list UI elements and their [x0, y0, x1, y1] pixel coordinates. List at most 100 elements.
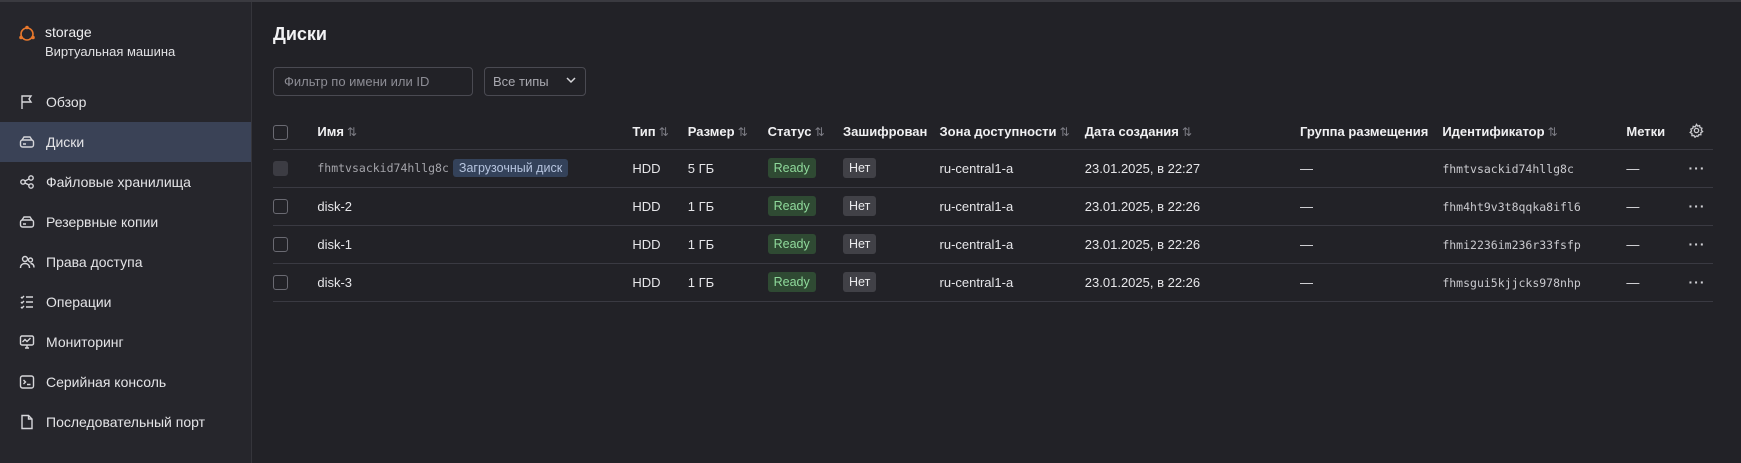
sidebar-item-serial-console[interactable]: Серийная консоль: [0, 362, 251, 402]
sidebar-item-label: Резервные копии: [46, 214, 159, 230]
disk-group: —: [1299, 263, 1443, 302]
sidebar-item-label: Операции: [46, 294, 112, 310]
table-row[interactable]: disk-1 HDD 1 ГБ Ready Нет ru-central1-a …: [273, 225, 1713, 264]
disk-labels: —: [1626, 263, 1689, 302]
vm-name[interactable]: storage: [45, 24, 92, 40]
sidebar-nav: Обзор Диски Файловые хранилища Резервные…: [0, 82, 251, 442]
sort-icon[interactable]: ⇅: [659, 125, 669, 139]
file-icon: [17, 412, 37, 432]
sidebar-item-monitoring[interactable]: Мониторинг: [0, 322, 251, 362]
sidebar-item-label: Последовательный порт: [46, 414, 206, 430]
disk-created: 23.01.2025, в 22:26: [1084, 263, 1300, 302]
column-header-encrypted: Зашифрован: [843, 115, 940, 150]
table-header-row: Имя ⇅ Тип ⇅ Размер ⇅ Статус ⇅ Зашифрован Зон…: [273, 115, 1713, 150]
sidebar-item-label: Серийная консоль: [46, 374, 167, 390]
table-row[interactable]: disk-3 HDD 1 ГБ Ready Нет ru-central1-a …: [273, 263, 1713, 302]
sort-icon[interactable]: ⇅: [814, 125, 824, 139]
sidebar-item-disks[interactable]: Диски: [0, 122, 251, 162]
select-all-checkbox[interactable]: [273, 124, 288, 140]
row-menu-button[interactable]: ···: [1689, 236, 1706, 252]
disk-id[interactable]: fhmtvsackid74hllg8c: [1442, 162, 1574, 176]
flag-icon: [17, 92, 37, 112]
users-icon: [17, 252, 37, 272]
sidebar-item-file-storages[interactable]: Файловые хранилища: [0, 162, 251, 202]
disk-name[interactable]: disk-2: [317, 199, 352, 214]
disk-zone: ru-central1-a: [939, 263, 1085, 302]
sort-icon[interactable]: ⇅: [1548, 125, 1558, 139]
disk-icon: [17, 132, 37, 152]
disks-table: Имя ⇅ Тип ⇅ Размер ⇅ Статус ⇅ Зашифрован Зон…: [273, 115, 1713, 302]
sidebar-item-label: Права доступа: [46, 254, 143, 270]
row-checkbox[interactable]: [273, 199, 288, 215]
encrypted-badge: Нет: [843, 196, 877, 216]
disk-name[interactable]: fhmtvsackid74hllg8c: [317, 161, 449, 175]
disk-name[interactable]: disk-1: [317, 237, 352, 252]
row-menu-button[interactable]: ···: [1689, 274, 1706, 290]
share-icon: [17, 172, 37, 192]
sidebar-item-label: Мониторинг: [46, 334, 124, 350]
disk-id[interactable]: fhmsgui5kjjcks978nhp: [1442, 276, 1580, 290]
status-badge: Ready: [767, 158, 816, 178]
column-header-labels: Метки: [1626, 115, 1689, 150]
encrypted-badge: Нет: [843, 158, 877, 178]
disk-created: 23.01.2025, в 22:27: [1084, 149, 1300, 188]
disk-id[interactable]: fhmi2236im236r33fsfp: [1442, 238, 1580, 252]
vm-logo-icon: [17, 24, 37, 44]
disk-size: 5 ГБ: [687, 149, 768, 188]
chevron-down-icon: [565, 74, 577, 89]
disk-labels: —: [1626, 187, 1689, 226]
disk-type: HDD: [632, 263, 688, 302]
table-row[interactable]: disk-2 HDD 1 ГБ Ready Нет ru-central1-a …: [273, 187, 1713, 226]
sidebar-item-overview[interactable]: Обзор: [0, 82, 251, 122]
disk-labels: —: [1626, 149, 1689, 188]
boot-disk-badge: Загрузочный диск: [452, 159, 569, 177]
type-select[interactable]: Все типы: [484, 67, 586, 96]
column-header-group: Группа размещения: [1299, 115, 1443, 150]
sort-icon[interactable]: ⇅: [347, 125, 357, 139]
disk-type: HDD: [632, 149, 688, 188]
row-menu-button[interactable]: ···: [1689, 198, 1706, 214]
column-header-type[interactable]: Тип ⇅: [632, 115, 688, 150]
column-header-created[interactable]: Дата создания ⇅: [1084, 115, 1300, 150]
sort-icon[interactable]: ⇅: [1182, 125, 1192, 139]
type-select-value: Все типы: [493, 74, 549, 89]
disk-zone: ru-central1-a: [939, 187, 1085, 226]
gear-icon[interactable]: [1688, 122, 1704, 141]
column-header-name[interactable]: Имя ⇅: [317, 115, 633, 150]
page-title: Диски: [273, 24, 327, 44]
disk-size: 1 ГБ: [687, 187, 768, 226]
row-checkbox: [273, 161, 288, 177]
table-settings-button[interactable]: [1688, 115, 1713, 150]
sidebar-item-access[interactable]: Права доступа: [0, 242, 251, 282]
column-header-zone[interactable]: Зона доступности ⇅: [939, 115, 1085, 150]
terminal-icon: [17, 372, 37, 392]
encrypted-badge: Нет: [843, 234, 877, 254]
sidebar-item-operations[interactable]: Операции: [0, 282, 251, 322]
status-badge: Ready: [767, 272, 816, 292]
column-header-size[interactable]: Размер ⇅: [687, 115, 768, 150]
sort-icon[interactable]: ⇅: [738, 125, 748, 139]
sidebar-item-backups[interactable]: Резервные копии: [0, 202, 251, 242]
table-row[interactable]: fhmtvsackid74hllg8c Загрузочный диск HDD …: [273, 149, 1713, 188]
row-checkbox[interactable]: [273, 275, 288, 291]
status-badge: Ready: [767, 234, 816, 254]
disk-labels: —: [1626, 225, 1689, 264]
column-header-id[interactable]: Идентификатор ⇅: [1442, 115, 1627, 150]
main-content: Диски Все типы Имя⇅ Тип⇅ Размер⇅ Статус⇅…: [253, 2, 1741, 463]
sidebar-item-serial-port[interactable]: Последовательный порт: [0, 402, 251, 442]
row-menu-button[interactable]: ···: [1689, 160, 1706, 176]
sidebar-item-label: Файловые хранилища: [46, 174, 191, 190]
disk-zone: ru-central1-a: [939, 225, 1085, 264]
search-input[interactable]: [273, 67, 473, 96]
sidebar-item-label: Обзор: [46, 94, 87, 110]
disk-id[interactable]: fhm4ht9v3t8qqka8ifl6: [1442, 200, 1580, 214]
encrypted-badge: Нет: [843, 272, 877, 292]
row-checkbox[interactable]: [273, 237, 288, 253]
column-header-status[interactable]: Статус ⇅: [767, 115, 844, 150]
sort-icon[interactable]: ⇅: [1060, 125, 1070, 139]
monitor-icon: [17, 332, 37, 352]
disk-type: HDD: [632, 225, 688, 264]
disk-name[interactable]: disk-3: [317, 275, 352, 290]
disk-type: HDD: [632, 187, 688, 226]
disk-size: 1 ГБ: [687, 225, 768, 264]
